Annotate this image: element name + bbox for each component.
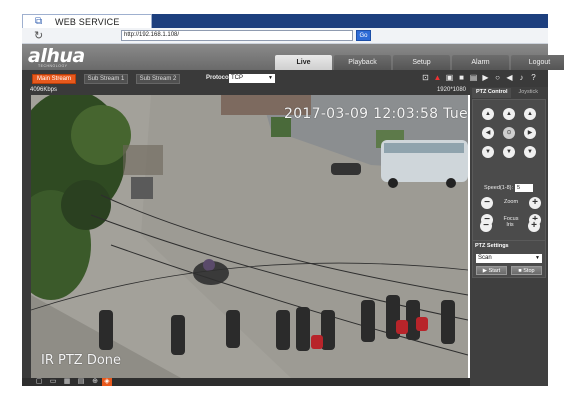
chevron-down-icon: ▼ — [268, 75, 273, 81]
down-icon[interactable]: ▼ — [503, 146, 515, 158]
bitrate-readout: 4096Kbps — [30, 87, 58, 93]
stream-toolbar: Main Stream Sub Stream 1 Sub Stream 2 Pr… — [22, 70, 548, 87]
help-icon[interactable]: ? — [529, 73, 538, 83]
url-input[interactable]: http://192.168.1.108/ — [121, 30, 353, 41]
osd-status: IR PTZ Done — [41, 353, 122, 368]
left-icon[interactable]: ◀ — [482, 127, 494, 139]
info-row: 4096Kbps 1920*1080 — [22, 87, 470, 95]
tab-alarm[interactable]: Alarm — [452, 55, 509, 70]
address-bar: ↻ http://192.168.1.108/ Go — [22, 28, 548, 44]
circle-icon[interactable]: ○ — [493, 73, 502, 83]
ptz-tabs: PTZ Control Joystick — [472, 88, 542, 98]
down-left-icon[interactable]: ▼ — [482, 146, 494, 158]
iris-close-icon[interactable]: − — [480, 220, 492, 232]
video-frame — [31, 95, 468, 378]
chevron-down-icon: ▼ — [535, 255, 540, 261]
camera-icon[interactable]: ■ — [457, 73, 466, 83]
sub-stream-1-button[interactable]: Sub Stream 1 — [84, 74, 128, 84]
zoom-control: − Zoom + — [481, 197, 541, 209]
tab-joystick[interactable]: Joystick — [514, 88, 542, 98]
up-icon[interactable]: ▲ — [503, 108, 515, 120]
main-nav: Live Playback Setup Alarm Logout — [275, 55, 564, 70]
zoom-label: Zoom — [503, 199, 519, 205]
ratio-icon[interactable]: ▭ — [48, 378, 58, 386]
view-tools: ⊡ ▲ ▣ ■ ▤ ▶ ○ ◀ ♪ ? — [421, 73, 538, 83]
scan-value: Scan — [478, 255, 492, 261]
speed-label: Speed(1-8): — [484, 185, 514, 191]
stop-label: Stop — [523, 268, 535, 274]
main-stream-button[interactable]: Main Stream — [32, 74, 76, 84]
iris-label: Iris — [506, 222, 514, 228]
new-window-icon: ⧉ — [35, 16, 43, 27]
up-right-icon[interactable]: ▲ — [524, 108, 536, 120]
zoom-icon[interactable]: ⊕ — [90, 378, 100, 386]
protocol-select[interactable]: TCP ▼ — [229, 74, 275, 83]
tab-logout[interactable]: Logout — [511, 55, 564, 70]
tab-live[interactable]: Live — [275, 55, 332, 70]
osd-timestamp: 2017-03-09 12:03:58 Tue — [284, 106, 468, 122]
layout-icon[interactable]: ▤ — [76, 378, 86, 386]
sub-stream-2-button[interactable]: Sub Stream 2 — [136, 74, 180, 84]
ptz-icon[interactable]: ◈ — [102, 378, 112, 386]
ptz-settings-title: PTZ Settings — [475, 243, 509, 249]
auto-pan-icon[interactable]: ⊙ — [503, 127, 515, 139]
speed-select[interactable]: 5 — [515, 184, 533, 192]
reload-icon[interactable]: ↻ — [34, 29, 43, 42]
video-bottom-bar: ▢ ▭ ▦ ▤ ⊕ ◈ — [22, 378, 470, 386]
zoom-out-icon[interactable]: − — [481, 197, 493, 209]
app-header: alhua TECHNOLOGY Live Playback Setup Ala… — [22, 44, 564, 70]
up-left-icon[interactable]: ▲ — [482, 108, 494, 120]
speaker-icon[interactable]: ◀ — [505, 73, 514, 83]
resolution-readout: 1920*1080 — [436, 87, 466, 93]
iris-open-icon[interactable]: + — [528, 220, 540, 232]
red-flag-icon[interactable]: ▲ — [433, 73, 442, 83]
tab-playback[interactable]: Playback — [334, 55, 391, 70]
tab-setup[interactable]: Setup — [393, 55, 450, 70]
zoom-in-icon[interactable]: + — [529, 197, 541, 209]
ptz-panel: PTZ Control Joystick ▲ ▲ ▲ ◀ ⊙ ▶ ▼ ▼ ▼ S… — [470, 87, 548, 386]
ptz-settings: PTZ Settings Scan ▼ ▶ Start ■ Stop — [472, 240, 546, 278]
logo-subtitle: TECHNOLOGY — [38, 64, 68, 68]
protocol-label: Protocol — [206, 75, 231, 81]
protocol-value: TCP — [231, 75, 243, 81]
stop-button[interactable]: ■ Stop — [511, 266, 542, 275]
browser-tab[interactable]: ⧉ WEB SERVICE — [22, 14, 152, 28]
mic-icon[interactable]: ♪ — [517, 73, 526, 83]
fit-screen-icon[interactable]: ⊡ — [421, 73, 430, 83]
right-icon[interactable]: ▶ — [524, 127, 536, 139]
iris-control: − Iris + — [480, 220, 540, 232]
tab-ptz-control[interactable]: PTZ Control — [472, 88, 512, 98]
video-left-gutter — [22, 95, 31, 378]
live-video[interactable]: 2017-03-09 12:03:58 Tue IR PTZ Done — [31, 95, 468, 378]
go-button[interactable]: Go — [356, 30, 371, 41]
grid-icon[interactable]: ▦ — [62, 378, 72, 386]
start-label: Start — [488, 268, 501, 274]
tab-title: WEB SERVICE — [55, 16, 120, 27]
image-icon[interactable]: ▣ — [445, 73, 454, 83]
snapshot-icon[interactable]: ▤ — [469, 73, 478, 83]
start-button[interactable]: ▶ Start — [476, 266, 507, 275]
record-icon[interactable]: ▶ — [481, 73, 490, 83]
down-right-icon[interactable]: ▼ — [524, 146, 536, 158]
scan-select[interactable]: Scan ▼ — [476, 254, 542, 263]
fullscreen-icon[interactable]: ▢ — [34, 378, 44, 386]
